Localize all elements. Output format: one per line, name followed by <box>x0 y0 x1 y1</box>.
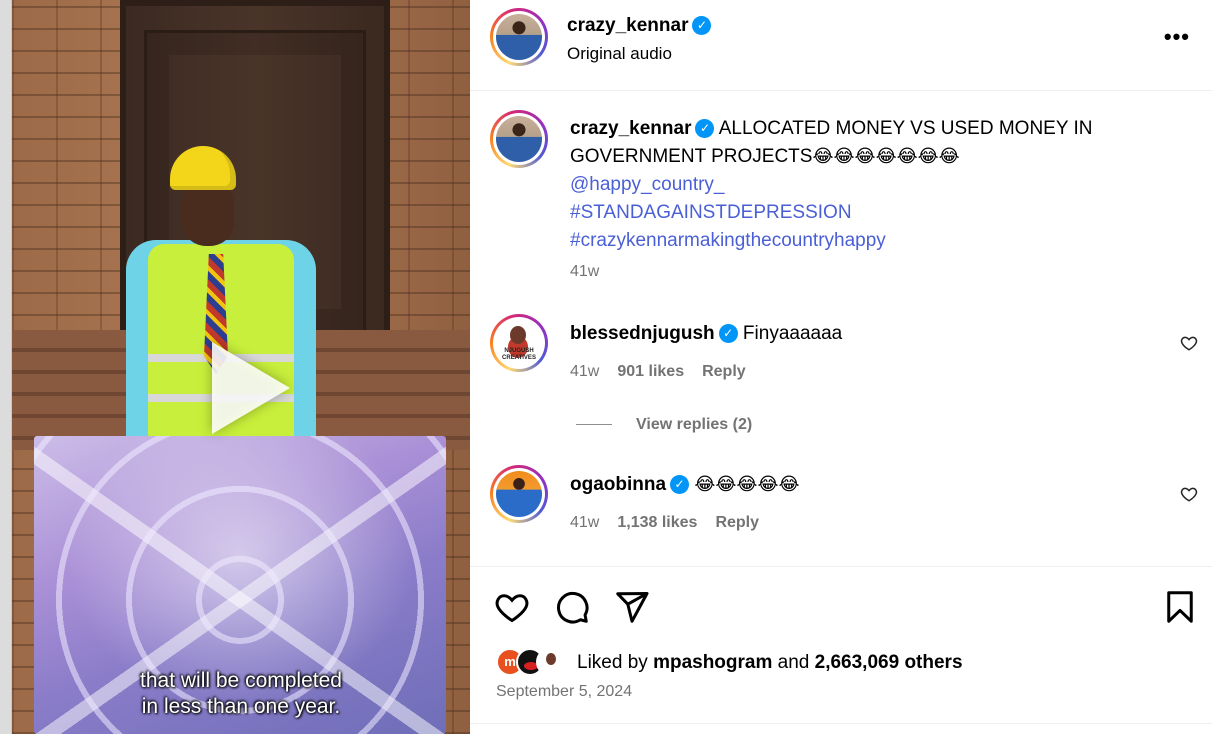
comment-username[interactable]: blessednjugush <box>570 323 715 344</box>
verified-badge-icon: ✓ <box>670 475 690 494</box>
paper-plane-icon[interactable] <box>614 589 650 625</box>
liked-by-others[interactable]: 2,663,069 others <box>815 652 963 673</box>
comment-reply-button[interactable]: Reply <box>715 514 759 531</box>
comment-text: 😂😂😂😂😂 <box>694 474 800 495</box>
comment-like-heart-icon[interactable] <box>1180 485 1198 503</box>
audio-label[interactable]: Original audio <box>567 44 672 64</box>
caption-hashtag-link[interactable]: #crazykennarmakingthecountryhappy <box>570 227 1130 255</box>
author-avatar-image <box>496 14 542 60</box>
liker-avatar[interactable] <box>536 648 564 676</box>
bookmark-icon[interactable] <box>1162 589 1198 625</box>
header-divider <box>470 90 1212 91</box>
comment-avatar-image: NJUGUSH CREATIVES <box>496 320 542 366</box>
caption-author-avatar-image <box>496 116 542 162</box>
verified-badge-icon: ✓ <box>695 119 715 138</box>
avatar-logo-text: NJUGUSH CREATIVES <box>502 348 536 361</box>
page-left-gutter <box>0 0 12 734</box>
comment-bubble-icon[interactable] <box>554 589 590 625</box>
video-subtitle: that will be completed in less than one … <box>12 668 470 720</box>
heart-icon[interactable] <box>494 589 530 625</box>
comment-meta: 41w 901 likes Reply <box>570 363 764 381</box>
caption-hashtag-link[interactable]: #STANDAGAINSTDEPRESSION <box>570 199 1130 227</box>
caption-emojis: 😂😂😂😂😂😂😂 <box>812 146 960 167</box>
caption-author-avatar[interactable] <box>490 110 548 168</box>
comment-body: ogaobinna ✓ 😂😂😂😂😂 <box>570 471 1130 499</box>
author-username-text[interactable]: crazy_kennar <box>567 15 688 36</box>
comment-timestamp[interactable]: 41w <box>570 514 599 531</box>
post-action-bar <box>470 566 1212 646</box>
comment-avatar[interactable] <box>490 465 548 523</box>
caption-username[interactable]: crazy_kennar <box>570 118 691 139</box>
caption-timestamp[interactable]: 41w <box>570 263 599 280</box>
post-details-panel: crazy_kennar ✓ Original audio ••• crazy_k… <box>470 0 1212 734</box>
comment-text: Finyaaaaaa <box>742 323 843 344</box>
verified-badge-icon: ✓ <box>718 324 738 343</box>
comment-avatar-image <box>496 471 542 517</box>
verified-badge-icon: ✓ <box>692 16 712 35</box>
author-username[interactable]: crazy_kennar ✓ <box>567 15 712 37</box>
comment-meta: 41w 1,138 likes Reply <box>570 514 777 532</box>
caption-mention-link[interactable]: @happy_country_ <box>570 171 1130 199</box>
comment-reply-button[interactable]: Reply <box>702 363 746 380</box>
liked-by-text: Liked by mpashogram and 2,663,069 others <box>577 652 963 674</box>
liked-by-user[interactable]: mpashogram <box>653 652 772 673</box>
more-options-icon[interactable]: ••• <box>1164 24 1190 50</box>
view-replies-button[interactable]: View replies (2) <box>576 416 752 434</box>
post-caption: crazy_kennar ✓ ALLOCATED MONEY VS USED MO… <box>570 115 1130 255</box>
person-hard-hat <box>170 146 236 190</box>
play-icon[interactable] <box>212 342 290 434</box>
comment-timestamp[interactable]: 41w <box>570 363 599 380</box>
comment-body: blessednjugush ✓ Finyaaaaaa <box>570 320 1130 348</box>
video-subtitle-line-1: that will be completed <box>140 669 342 692</box>
comment-username[interactable]: ogaobinna <box>570 474 666 495</box>
liked-by-joiner: and <box>777 652 810 673</box>
post-date[interactable]: September 5, 2024 <box>496 683 632 701</box>
comment-like-count[interactable]: 901 likes <box>617 363 684 380</box>
video-subtitle-line-2: in less than one year. <box>141 695 341 718</box>
author-avatar[interactable] <box>490 8 548 66</box>
comment-like-heart-icon[interactable] <box>1180 334 1198 352</box>
comment-like-count[interactable]: 1,138 likes <box>617 514 697 531</box>
comment-avatar[interactable]: NJUGUSH CREATIVES <box>490 314 548 372</box>
panel-bottom-divider <box>470 723 1212 724</box>
post-video[interactable]: that will be completed in less than one … <box>12 0 470 734</box>
liked-by-prefix: Liked by <box>577 652 648 673</box>
caption-meta: 41w <box>570 263 617 281</box>
